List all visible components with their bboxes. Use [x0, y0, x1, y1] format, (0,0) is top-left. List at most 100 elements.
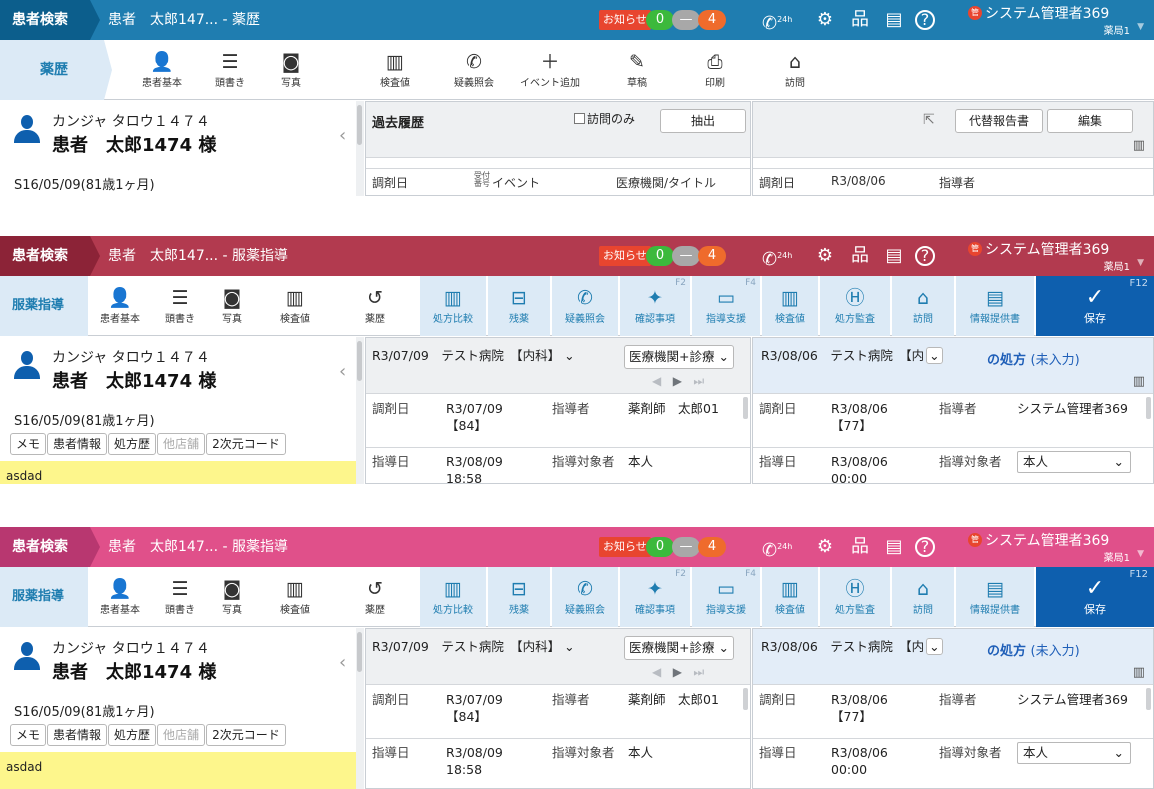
document-icon[interactable]: ▤ — [882, 8, 906, 32]
help-icon[interactable]: ? — [915, 246, 935, 266]
collapse-chevron-icon[interactable]: ‹ — [339, 652, 346, 673]
lab-values-add-button[interactable]: ▥ 検査値 — [762, 276, 818, 336]
inquiry-button[interactable]: ✆ 疑義照会 — [552, 276, 618, 336]
document-icon[interactable]: ▤ — [882, 244, 906, 268]
header-notes-button[interactable]: ☰ 頭書き — [155, 276, 205, 336]
patient-search-button[interactable]: 患者検索 — [0, 236, 100, 276]
print-button[interactable]: ⎙ 印刷 — [690, 40, 740, 100]
filter-select[interactable]: 医療機関+診療 ⌄ — [624, 636, 734, 660]
lab-values-button[interactable]: ▥ 検査値 — [268, 276, 322, 336]
patient-basic-button[interactable]: 👤 患者基本 — [92, 567, 148, 627]
count-orange-badge[interactable]: 4 — [698, 537, 726, 557]
target-person-select[interactable]: 本人 ⌄ — [1017, 451, 1131, 473]
user-name[interactable]: システム管理者369 — [985, 530, 1109, 550]
memo-area[interactable]: asdad — [0, 461, 356, 484]
document-icon[interactable]: ▤ — [882, 535, 906, 559]
visit-button[interactable]: ⌂ 訪問 — [892, 567, 954, 627]
count-orange-badge[interactable]: 4 — [698, 246, 726, 266]
rx-history-tab[interactable]: 処方歴 — [108, 724, 157, 746]
patient-basic-button[interactable]: 👤 患者基本 — [92, 276, 148, 336]
rx-compare-button[interactable]: ▥ 処方比較 — [420, 276, 486, 336]
col-receipt-no[interactable]: 受付番号 — [474, 172, 490, 188]
add-event-button[interactable]: ＋ イベント追加 — [514, 40, 586, 100]
gear-icon[interactable]: ⚙ — [813, 244, 837, 268]
previous-rx-select[interactable]: R3/07/09 テスト病院 【内科】 ⌄ — [372, 345, 575, 369]
memo-tab[interactable]: メモ — [10, 724, 47, 746]
patient-search-button[interactable]: 患者検索 — [0, 0, 100, 40]
visit-only-checkbox[interactable]: 訪問のみ — [574, 110, 635, 127]
filter-select[interactable]: 医療機関+診療 ⌄ — [624, 345, 734, 369]
collapse-chevron-icon[interactable]: ‹ — [339, 125, 346, 146]
org-tree-icon[interactable]: 品 — [848, 535, 872, 559]
photo-button[interactable]: ◙ 写真 — [207, 567, 257, 627]
save-button[interactable]: F12 ✓ 保存 — [1036, 567, 1154, 627]
columns-icon[interactable]: ▥ — [1133, 138, 1145, 153]
qr-code-tab[interactable]: 2次元コード — [206, 433, 286, 455]
columns-icon[interactable]: ▥ — [1133, 665, 1145, 680]
visit-button[interactable]: ⌂ 訪問 — [770, 40, 820, 100]
last-arrow-icon[interactable]: ⏭ — [693, 665, 704, 679]
table-scrollbar[interactable] — [743, 397, 748, 419]
help-icon[interactable]: ? — [915, 537, 935, 557]
phone-24h-icon[interactable]: ✆24h — [762, 8, 792, 34]
count-orange-badge[interactable]: 4 — [698, 10, 726, 30]
rx-audit-button[interactable]: Ⓗ 処方監査 — [820, 567, 890, 627]
col-dispense-date[interactable]: 調剤日 — [372, 174, 408, 191]
next-arrow-icon[interactable]: ▶ — [673, 374, 682, 388]
prev-arrow-icon[interactable]: ◀ — [652, 374, 661, 388]
lab-values-button[interactable]: ▥ 検査値 — [268, 567, 322, 627]
user-name[interactable]: システム管理者369 — [985, 3, 1109, 23]
table-scrollbar[interactable] — [1146, 688, 1151, 710]
org-tree-icon[interactable]: 品 — [848, 244, 872, 268]
memo-tab[interactable]: メモ — [10, 433, 47, 455]
prev-arrow-icon[interactable]: ◀ — [652, 665, 661, 679]
info-doc-button[interactable]: ▤ 情報提供書 — [956, 567, 1034, 627]
patient-panel-scrollbar[interactable] — [356, 101, 364, 196]
count-gray-badge[interactable]: — — [672, 537, 700, 557]
patient-basic-button[interactable]: 👤 患者基本 — [132, 40, 192, 100]
help-icon[interactable]: ? — [915, 10, 935, 30]
patient-info-tab[interactable]: 患者情報 — [47, 724, 108, 746]
rx-history-tab[interactable]: 処方歴 — [108, 433, 157, 455]
count-gray-badge[interactable]: — — [672, 246, 700, 266]
user-menu-caret-icon[interactable]: ▼ — [1137, 22, 1144, 32]
confirm-items-button[interactable]: F2 ✦ 確認事項 — [620, 567, 690, 627]
save-button[interactable]: F12 ✓ 保存 — [1036, 276, 1154, 336]
phone-24h-icon[interactable]: ✆24h — [762, 535, 792, 561]
draft-button[interactable]: ✎ 草稿 — [612, 40, 662, 100]
target-person-select[interactable]: 本人 ⌄ — [1017, 742, 1131, 764]
qr-code-tab[interactable]: 2次元コード — [206, 724, 286, 746]
header-notes-button[interactable]: ☰ 頭書き — [200, 40, 260, 100]
org-tree-icon[interactable]: 品 — [848, 8, 872, 32]
current-rx-select[interactable]: R3/08/06 テスト病院 【内 ⌄ — [761, 345, 943, 369]
lab-values-button[interactable]: ▥ 検査値 — [370, 40, 420, 100]
count-green-badge[interactable]: 0 — [646, 537, 674, 557]
drug-history-button[interactable]: ↺ 薬歴 — [350, 567, 400, 627]
patient-info-tab[interactable]: 患者情報 — [47, 433, 108, 455]
inquiry-button[interactable]: ✆ 疑義照会 — [442, 40, 506, 100]
table-scrollbar[interactable] — [743, 688, 748, 710]
lab-values-add-button[interactable]: ▥ 検査値 — [762, 567, 818, 627]
user-name[interactable]: システム管理者369 — [985, 239, 1109, 259]
rx-audit-button[interactable]: Ⓗ 処方監査 — [820, 276, 890, 336]
patient-panel-scrollbar[interactable] — [356, 337, 364, 484]
drug-history-button[interactable]: ↺ 薬歴 — [350, 276, 400, 336]
memo-area[interactable]: asdad — [0, 752, 356, 789]
patient-search-button[interactable]: 患者検索 — [0, 527, 100, 567]
col-institution[interactable]: 医療機関/タイトル — [616, 174, 716, 191]
collapse-chevron-icon[interactable]: ‹ — [339, 361, 346, 382]
count-green-badge[interactable]: 0 — [646, 246, 674, 266]
header-notes-button[interactable]: ☰ 頭書き — [155, 567, 205, 627]
info-doc-button[interactable]: ▤ 情報提供書 — [956, 276, 1034, 336]
gear-icon[interactable]: ⚙ — [813, 8, 837, 32]
gear-icon[interactable]: ⚙ — [813, 535, 837, 559]
photo-button[interactable]: ◙ 写真 — [207, 276, 257, 336]
user-menu-caret-icon[interactable]: ▼ — [1137, 258, 1144, 268]
guidance-support-button[interactable]: F4 ▭ 指導支援 — [692, 567, 760, 627]
alt-report-button[interactable]: 代替報告書 — [955, 109, 1043, 133]
inquiry-button[interactable]: ✆ 疑義照会 — [552, 567, 618, 627]
last-arrow-icon[interactable]: ⏭ — [693, 374, 704, 388]
notice-badge[interactable]: お知らせ — [599, 10, 651, 30]
notice-badge[interactable]: お知らせ — [599, 537, 651, 557]
extract-button[interactable]: 抽出 — [660, 109, 746, 133]
